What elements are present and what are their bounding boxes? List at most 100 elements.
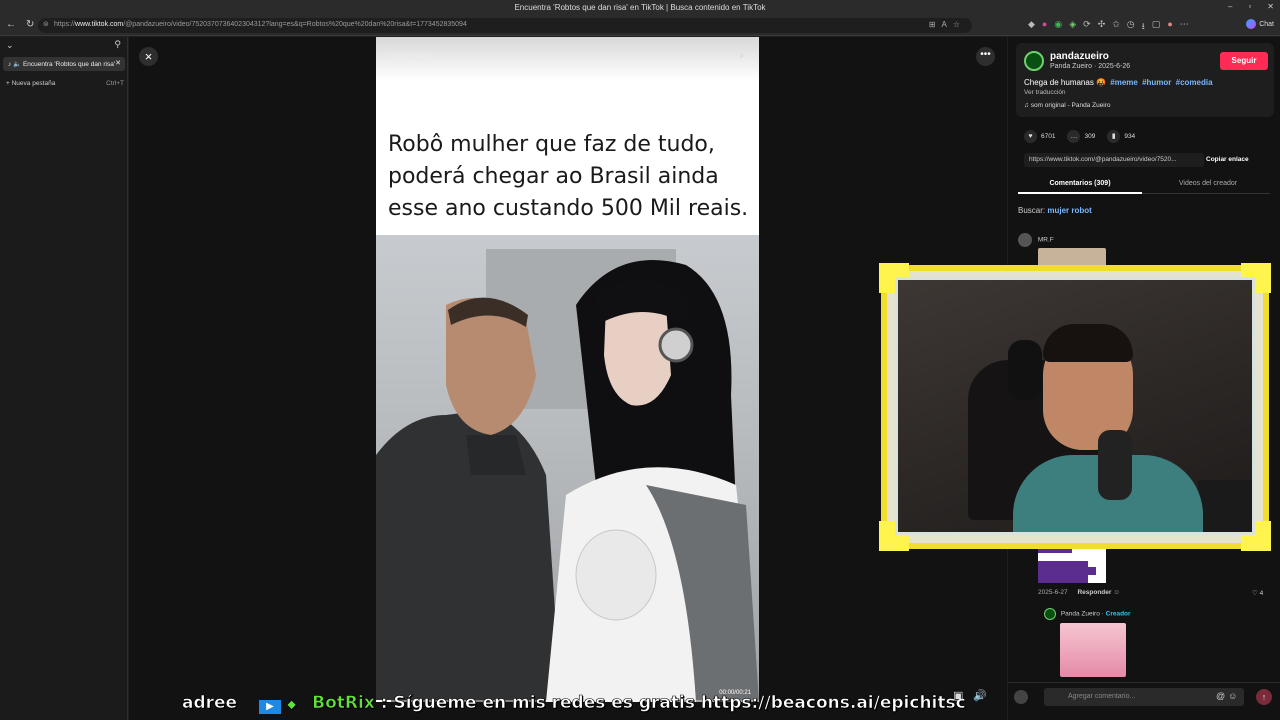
copilot-chat-button[interactable]: Chat bbox=[1246, 19, 1274, 29]
music-link[interactable]: ♫ som original - Panda Zueiro bbox=[1024, 102, 1111, 109]
back-icon[interactable]: ← bbox=[6, 19, 16, 30]
window-controls: – ▫ ✕ bbox=[1228, 2, 1274, 11]
reply-button[interactable]: Responder bbox=[1077, 589, 1111, 596]
kick-icon: ◆ bbox=[287, 697, 297, 712]
tiktok-tab-icon: ♪ bbox=[8, 61, 12, 68]
author-username[interactable]: pandazueiro bbox=[1050, 51, 1109, 62]
comment-like-button[interactable]: ♡ 4 bbox=[1252, 589, 1263, 597]
site-info-icon[interactable]: ⊜ bbox=[43, 20, 49, 28]
comment-tabs: Comentarios (309) Videos del creador bbox=[1018, 178, 1270, 194]
like-stat[interactable]: ♥ 6701 bbox=[1024, 130, 1055, 143]
tab-tiktok[interactable]: ♪ 🔈 Encuentra 'Robtos que dan risa' ✕ bbox=[3, 57, 125, 71]
desk-equipment bbox=[1198, 480, 1252, 532]
volume-icon[interactable]: 🔊 bbox=[973, 689, 987, 702]
extension-pink-icon[interactable]: ● bbox=[1042, 19, 1047, 35]
robot-woman-figure bbox=[546, 260, 759, 702]
comment-image-anime[interactable] bbox=[1060, 623, 1126, 677]
tab-creator-videos[interactable]: Videos del creador bbox=[1146, 180, 1270, 187]
new-tab-button[interactable]: + Nueva pestaña Ctrl+T bbox=[6, 80, 124, 87]
reload-icon[interactable]: ↻ bbox=[26, 19, 34, 30]
unpin-sidebar-icon[interactable]: ⚲ bbox=[114, 39, 121, 50]
extension-diamond-icon[interactable]: ◆ bbox=[1028, 19, 1035, 35]
comment-stat[interactable]: … 309 bbox=[1067, 130, 1095, 143]
comment-input[interactable]: Agregar comentario... bbox=[1044, 688, 1244, 706]
close-tab-icon[interactable]: ✕ bbox=[115, 59, 121, 67]
mini-player-icon[interactable]: ▣ bbox=[953, 689, 963, 702]
read-aloud-icon[interactable]: A bbox=[941, 20, 952, 29]
profile-icon[interactable]: ● bbox=[1167, 19, 1172, 35]
comment-bubble-icon: … bbox=[1067, 130, 1081, 143]
new-tab-shortcut: Ctrl+T bbox=[106, 80, 124, 87]
more-menu-icon[interactable]: ⋯ bbox=[1180, 19, 1189, 35]
play-badge-icon: ▶ bbox=[259, 700, 282, 714]
url-prefix: https:// bbox=[54, 21, 76, 28]
video-search-text: mujer robot bbox=[391, 51, 432, 60]
comment-input-bar: Agregar comentario... @☺ ↑ bbox=[1008, 682, 1280, 720]
emoji-icon[interactable]: ☺ bbox=[1228, 691, 1240, 701]
microphone bbox=[1098, 430, 1132, 500]
comment-author-row: MR.F bbox=[1018, 233, 1054, 247]
description-text: Chega de humanas 🤬 bbox=[1024, 78, 1107, 87]
like-count: 6701 bbox=[1041, 133, 1056, 140]
downloads-icon[interactable]: ⭳ bbox=[1142, 19, 1145, 35]
sidebar-header: ⌄ ⚲ bbox=[0, 37, 127, 55]
minimize-icon[interactable]: – bbox=[1228, 2, 1232, 11]
hashtag-meme[interactable]: #meme bbox=[1110, 78, 1138, 87]
screenshot-icon[interactable]: ▢ bbox=[1152, 19, 1161, 35]
video-controls: ▣ 🔊 bbox=[953, 689, 987, 702]
comment-like-count: 4 bbox=[1259, 590, 1264, 597]
hashtag-comedia[interactable]: #comedia bbox=[1176, 78, 1213, 87]
mention-icon[interactable]: @ bbox=[1216, 691, 1228, 701]
speaker-icon[interactable]: 🔈 bbox=[13, 61, 21, 68]
tab-label: Encuentra 'Robtos que dan risa' bbox=[22, 61, 116, 68]
comment-date: 2025-6-27 bbox=[1038, 589, 1068, 596]
video-search-overlay[interactable]: mujer robot ⌕ bbox=[385, 51, 750, 65]
pixel-block bbox=[1038, 561, 1088, 583]
video-player[interactable]: mujer robot ⌕ Robô mulher que faz de tud… bbox=[376, 37, 759, 702]
extension-tiktok-icon[interactable]: ◈ bbox=[1069, 19, 1076, 35]
extension-icons: ◆ ● ◉ ◈ ⟳ ✣ ✩ ◷ ⭳ ▢ ● ⋯ bbox=[1028, 19, 1189, 35]
extension-green-icon[interactable]: ◉ bbox=[1054, 19, 1062, 35]
close-video-button[interactable]: × bbox=[139, 47, 158, 66]
comment-image-pixel-art[interactable] bbox=[1038, 547, 1106, 583]
comment-meta: 2025-6-27 Responder ☺ bbox=[1038, 589, 1120, 596]
creator-name[interactable]: Panda Zueiro bbox=[1061, 611, 1100, 618]
nav-buttons: ← ↻ bbox=[6, 19, 34, 30]
see-translation-link[interactable]: Ver traducción bbox=[1024, 89, 1066, 96]
ticker-message: : Sígueme en mis redes es gratis https:/… bbox=[380, 693, 966, 714]
refresh-extension-icon[interactable]: ⟳ bbox=[1083, 19, 1091, 35]
favorites-icon[interactable]: ✩ bbox=[1112, 19, 1120, 35]
search-icon[interactable]: ⌕ bbox=[740, 51, 744, 61]
send-comment-button[interactable]: ↑ bbox=[1256, 689, 1272, 705]
address-bar-icons: ⊞A☆ bbox=[929, 20, 966, 29]
favorite-star-icon[interactable]: ☆ bbox=[953, 20, 966, 29]
follow-button[interactable]: Seguir bbox=[1220, 52, 1268, 70]
author-avatar[interactable] bbox=[1024, 51, 1044, 71]
creator-liked-icon: ☺ bbox=[1113, 589, 1120, 596]
search-prefix: Buscar: bbox=[1018, 206, 1046, 215]
more-options-button[interactable]: ••• bbox=[976, 47, 995, 66]
address-bar[interactable]: ⊜ https://www.tiktok.com/@pandazueiro/vi… bbox=[38, 18, 972, 33]
browser-toolbar: ← ↻ ⊜ https://www.tiktok.com/@pandazueir… bbox=[0, 16, 1280, 36]
creator-avatar[interactable] bbox=[1044, 608, 1056, 620]
commenter-avatar[interactable] bbox=[1018, 233, 1032, 247]
extensions-puzzle-icon[interactable]: ✣ bbox=[1098, 19, 1106, 35]
bookmark-icon: ▮ bbox=[1107, 130, 1121, 143]
video-viewer: × ••• mujer robot ⌕ Robô mulher que faz … bbox=[129, 37, 1007, 720]
commenter-name[interactable]: MR.F bbox=[1038, 237, 1054, 244]
new-tab-label: Nueva pestaña bbox=[11, 80, 56, 87]
save-stat[interactable]: ▮ 934 bbox=[1107, 130, 1135, 143]
app-icon[interactable]: ⊞ bbox=[929, 20, 942, 29]
tab-comments[interactable]: Comentarios (309) bbox=[1018, 180, 1142, 187]
music-title: som original - Panda Zueiro bbox=[1030, 102, 1111, 109]
maximize-icon[interactable]: ▫ bbox=[1248, 2, 1251, 11]
post-description: Chega de humanas 🤬 #meme #humor #comedia bbox=[1024, 78, 1213, 87]
search-keyword-link[interactable]: mujer robot bbox=[1047, 206, 1091, 215]
url-host: www.tiktok.com bbox=[75, 21, 124, 28]
close-window-icon[interactable]: ✕ bbox=[1267, 2, 1274, 11]
chevron-down-icon[interactable]: ⌄ bbox=[6, 40, 14, 51]
post-link-field[interactable]: https://www.tiktok.com/@pandazueiro/vide… bbox=[1024, 153, 1204, 167]
history-icon[interactable]: ◷ bbox=[1127, 19, 1135, 35]
copy-link-button[interactable]: Copiar enlace bbox=[1206, 156, 1249, 163]
hashtag-humor[interactable]: #humor bbox=[1142, 78, 1171, 87]
